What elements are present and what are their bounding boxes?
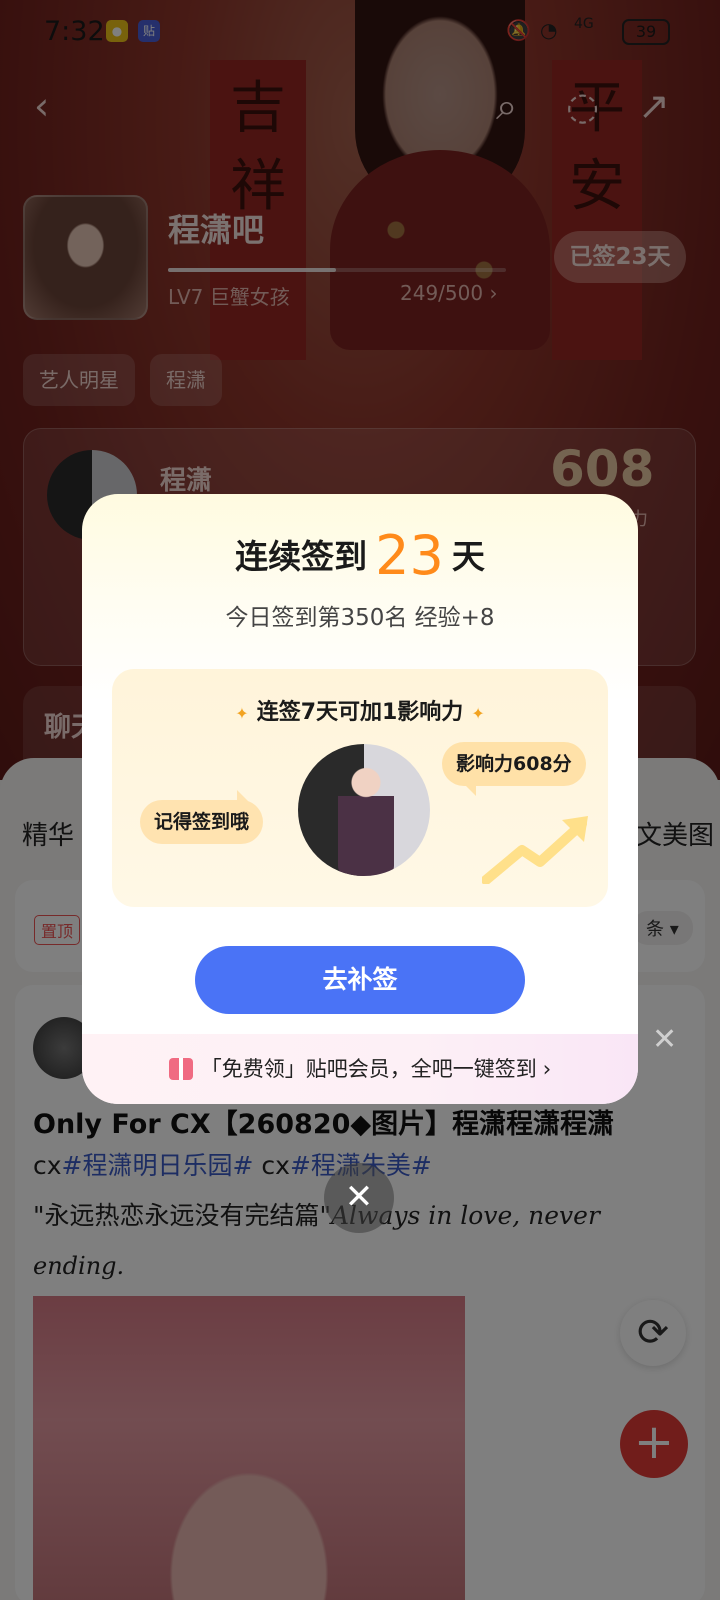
reminder-bubble: 记得签到哦 [140, 790, 264, 844]
membership-promo[interactable]: 「免费领」贴吧会员，全吧一键签到 › [82, 1034, 638, 1104]
makeup-sign-button[interactable]: 去补签 [195, 946, 525, 1014]
sparkle-icon: ✦ [471, 704, 485, 723]
sign-in-dialog: 连续签到 23 天 今日签到第350名 经验+8 ✦ 连签7天可加1影响力 ✦ 记得签到… [82, 494, 638, 1104]
close-icon[interactable]: ✕ [652, 1022, 677, 1057]
sparkle-icon: ✦ [235, 704, 249, 723]
star-photo [298, 744, 430, 876]
influence-bubble: 影响力608分 [442, 742, 586, 796]
dialog-subtitle: 今日签到第350名 经验+8 [225, 605, 495, 631]
dialog-close-button[interactable]: ✕ [324, 1163, 394, 1233]
chevron-right-icon: › [542, 1057, 552, 1081]
gift-icon [168, 1058, 193, 1080]
growth-arrow-icon [482, 816, 588, 884]
dialog-title: 连续签到 23 天 [235, 524, 485, 587]
streak-days: 23 [375, 524, 444, 587]
reward-panel-title: ✦ 连签7天可加1影响力 ✦ [235, 700, 485, 725]
